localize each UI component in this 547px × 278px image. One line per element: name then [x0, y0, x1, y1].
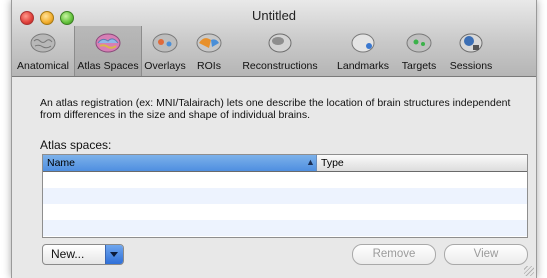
toolbar-label: Reconstructions: [242, 60, 318, 72]
brain-atlas-icon: [95, 33, 121, 53]
atlas-spaces-label: Atlas spaces:: [40, 138, 112, 152]
toolbar: Anatomical Atlas Spaces Overlays ROIs Re…: [12, 26, 536, 76]
toolbar-label: Targets: [401, 60, 437, 72]
table-header: Name ▲ Type: [43, 155, 527, 172]
brain-gray-icon: [30, 33, 56, 53]
toolbar-label: Landmarks: [337, 60, 389, 72]
new-popup-label: New...: [51, 247, 85, 261]
view-button[interactable]: View: [444, 244, 528, 265]
new-popup-button[interactable]: New...: [42, 244, 124, 265]
toolbar-item-sessions[interactable]: Sessions: [444, 26, 498, 76]
table-row[interactable]: [43, 220, 527, 236]
toolbar-item-reconstructions[interactable]: Reconstructions: [228, 26, 332, 76]
remove-button[interactable]: Remove: [352, 244, 436, 265]
head-sessions-icon: [459, 33, 483, 53]
column-header-name[interactable]: Name: [47, 157, 75, 169]
toolbar-item-overlays[interactable]: Overlays: [140, 26, 190, 76]
head-reconstruction-icon: [268, 33, 292, 53]
toolbar-label: Overlays: [144, 60, 186, 72]
toolbar-item-landmarks[interactable]: Landmarks: [332, 26, 394, 76]
head-landmarks-icon: [351, 33, 375, 53]
brain-overlays-icon: [152, 33, 178, 53]
toolbar-item-targets[interactable]: Targets: [394, 26, 444, 76]
chevron-down-icon: [105, 245, 123, 264]
table-row[interactable]: [43, 188, 527, 204]
brain-rois-icon: [196, 33, 222, 53]
column-header-type[interactable]: Type: [321, 157, 344, 169]
window-title: Untitled: [251, 8, 297, 23]
toolbar-label: Anatomical: [17, 60, 69, 72]
resize-grip-icon[interactable]: [524, 266, 534, 276]
brain-targets-icon: [406, 33, 432, 53]
description-text: An atlas registration (ex: MNI/Talairach…: [40, 97, 511, 121]
toolbar-label: ROIs: [197, 60, 221, 72]
toolbar-item-atlas-spaces[interactable]: Atlas Spaces: [74, 26, 142, 76]
app-window: Untitled Anatomical Atlas Spaces Overlay…: [11, 0, 537, 278]
table-row[interactable]: [43, 172, 527, 188]
atlas-spaces-table[interactable]: Name ▲ Type: [42, 154, 528, 238]
titlebar-toolbar: Untitled Anatomical Atlas Spaces Overlay…: [12, 0, 536, 77]
toolbar-label: Atlas Spaces: [77, 60, 139, 72]
toolbar-label: Sessions: [449, 60, 493, 72]
sort-ascending-icon: ▲: [306, 157, 315, 167]
toolbar-item-anatomical[interactable]: Anatomical: [12, 26, 74, 76]
table-row[interactable]: [43, 204, 527, 220]
column-header-type-bg: [317, 155, 527, 171]
toolbar-item-rois[interactable]: ROIs: [190, 26, 228, 76]
